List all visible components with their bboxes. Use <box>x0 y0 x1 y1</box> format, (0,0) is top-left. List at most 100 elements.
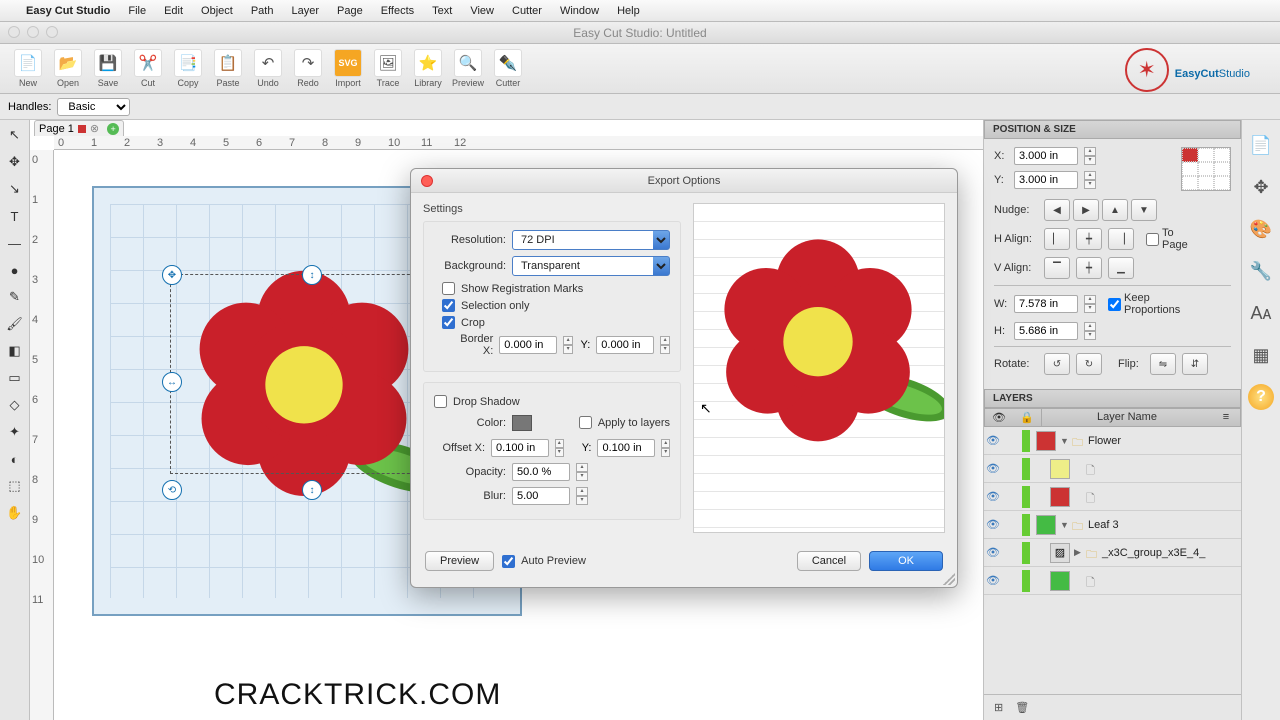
tool-12[interactable]: ◐ <box>4 448 26 470</box>
menu-file[interactable]: File <box>128 5 146 17</box>
tool-4[interactable]: — <box>4 232 26 254</box>
nudge-left-button[interactable]: ◀ <box>1044 199 1070 221</box>
layers-menu-icon[interactable]: ≡ <box>1212 409 1240 426</box>
tool-8[interactable]: ◧ <box>4 340 26 362</box>
visibility-toggle[interactable]: 👁 <box>984 574 1002 587</box>
handle-bottom[interactable]: ↕ <box>302 480 322 500</box>
menu-text[interactable]: Text <box>432 5 452 17</box>
visibility-toggle[interactable]: 👁 <box>984 462 1002 475</box>
tool-14[interactable]: ✋ <box>4 502 26 524</box>
rotate-ccw-button[interactable]: ↺ <box>1044 353 1070 375</box>
cancel-button[interactable]: Cancel <box>797 551 861 571</box>
toolbar-new-button[interactable]: 📄New <box>8 49 48 88</box>
shadow-color-swatch[interactable] <box>512 415 532 431</box>
toolbar-cut-button[interactable]: ✂️Cut <box>128 49 168 88</box>
h-stepper[interactable]: ▴▾ <box>1084 322 1096 340</box>
toolbar-library-button[interactable]: ⭐Library <box>408 49 448 88</box>
tool-6[interactable]: ✎ <box>4 286 26 308</box>
tool-3[interactable]: T <box>4 205 26 227</box>
opacity-stepper[interactable]: ▴▾ <box>576 463 588 481</box>
blur-stepper[interactable]: ▴▾ <box>576 487 588 505</box>
layer-row[interactable]: 👁▼🗀Leaf 3 <box>984 511 1241 539</box>
zoom-window-button[interactable] <box>46 26 58 38</box>
handle-rotate[interactable]: ⟲ <box>162 480 182 500</box>
handle-move[interactable]: ✥ <box>162 265 182 285</box>
dialog-titlebar[interactable]: Export Options <box>411 169 957 193</box>
preview-button[interactable]: Preview <box>425 551 494 571</box>
keep-proportions-checkbox[interactable] <box>1108 298 1121 311</box>
x-stepper[interactable]: ▴▾ <box>1084 147 1096 165</box>
y-field[interactable] <box>1014 171 1078 189</box>
handle-top[interactable]: ↕ <box>302 265 322 285</box>
opacity-field[interactable] <box>512 463 570 481</box>
tool-5[interactable]: ● <box>4 259 26 281</box>
menu-cutter[interactable]: Cutter <box>512 5 542 17</box>
app-menu[interactable]: Easy Cut Studio <box>26 5 110 17</box>
nudge-right-button[interactable]: ▶ <box>1073 199 1099 221</box>
to-page-checkbox[interactable] <box>1146 233 1159 246</box>
menu-path[interactable]: Path <box>251 5 274 17</box>
tool-0[interactable]: ↖ <box>4 124 26 146</box>
toolbar-open-button[interactable]: 📂Open <box>48 49 88 88</box>
layer-row[interactable]: 👁🗋 <box>984 567 1241 595</box>
toolbar-import-button[interactable]: SVGImport <box>328 49 368 88</box>
blur-field[interactable] <box>512 487 570 505</box>
offsety-field[interactable] <box>597 439 655 457</box>
menu-object[interactable]: Object <box>201 5 233 17</box>
close-window-button[interactable] <box>8 26 20 38</box>
dropshadow-checkbox[interactable] <box>434 395 447 408</box>
inspector-tab-3[interactable]: 🔧 <box>1248 258 1274 284</box>
flip-h-button[interactable]: ⇋ <box>1150 353 1176 375</box>
delete-layer-button[interactable]: 🗑 <box>1015 701 1029 714</box>
inspector-tab-4[interactable]: Aᴀ <box>1248 300 1274 326</box>
toolbar-paste-button[interactable]: 📋Paste <box>208 49 248 88</box>
layer-row[interactable]: 👁🗋 <box>984 483 1241 511</box>
halign-right-button[interactable]: ▕ <box>1108 228 1134 250</box>
toolbar-trace-button[interactable]: 🖼Trace <box>368 49 408 88</box>
handles-select[interactable]: Basic <box>57 98 130 116</box>
dialog-resize-handle[interactable] <box>943 573 955 585</box>
inspector-tab-1[interactable]: ✥ <box>1248 174 1274 200</box>
selection-only-checkbox[interactable] <box>442 299 455 312</box>
expand-toggle[interactable]: ▼ <box>1060 520 1072 530</box>
add-page-button[interactable]: + <box>107 123 119 135</box>
borderx-stepper[interactable]: ▴▾ <box>563 336 573 354</box>
expand-toggle[interactable]: ▶ <box>1074 547 1086 558</box>
toolbar-preview-button[interactable]: 🔍Preview <box>448 49 488 88</box>
inspector-tab-2[interactable]: 🎨 <box>1248 216 1274 242</box>
toolbar-cutter-button[interactable]: ✒️Cutter <box>488 49 528 88</box>
toolbar-undo-button[interactable]: ↶Undo <box>248 49 288 88</box>
page-tab[interactable]: Page 1 ⊗ + <box>34 120 124 136</box>
layer-row[interactable]: 👁▼🗀Flower <box>984 427 1241 455</box>
help-button[interactable]: ? <box>1248 384 1274 410</box>
inspector-tab-5[interactable]: ▦ <box>1248 342 1274 368</box>
menu-page[interactable]: Page <box>337 5 363 17</box>
y-stepper[interactable]: ▴▾ <box>1084 171 1096 189</box>
tool-9[interactable]: ▭ <box>4 367 26 389</box>
halign-center-button[interactable]: ┿ <box>1076 228 1102 250</box>
ok-button[interactable]: OK <box>869 551 943 571</box>
h-field[interactable] <box>1014 322 1078 340</box>
offsety-stepper[interactable]: ▴▾ <box>661 439 670 457</box>
tool-10[interactable]: ◇ <box>4 394 26 416</box>
menu-edit[interactable]: Edit <box>164 5 183 17</box>
tool-7[interactable]: 🖌 <box>4 313 26 335</box>
x-field[interactable] <box>1014 147 1078 165</box>
nudge-down-button[interactable]: ▼ <box>1131 199 1157 221</box>
new-layer-button[interactable]: ⊞ <box>994 701 1003 714</box>
resolution-select[interactable]: 72 DPI <box>512 230 670 250</box>
autopreview-checkbox[interactable] <box>502 555 515 568</box>
bordery-field[interactable] <box>596 336 654 354</box>
tool-13[interactable]: ⬚ <box>4 475 26 497</box>
regmarks-checkbox[interactable] <box>442 282 455 295</box>
layer-row[interactable]: 👁▨▶🗀_x3C_group_x3E_4_ <box>984 539 1241 567</box>
offsetx-stepper[interactable]: ▴▾ <box>555 439 564 457</box>
menu-effects[interactable]: Effects <box>381 5 414 17</box>
bordery-stepper[interactable]: ▴▾ <box>660 336 670 354</box>
tool-2[interactable]: ↘ <box>4 178 26 200</box>
background-select[interactable]: Transparent <box>512 256 670 276</box>
inspector-tab-0[interactable]: 📄 <box>1248 132 1274 158</box>
menu-help[interactable]: Help <box>617 5 640 17</box>
visibility-toggle[interactable]: 👁 <box>984 518 1002 531</box>
visibility-toggle[interactable]: 👁 <box>984 434 1002 447</box>
